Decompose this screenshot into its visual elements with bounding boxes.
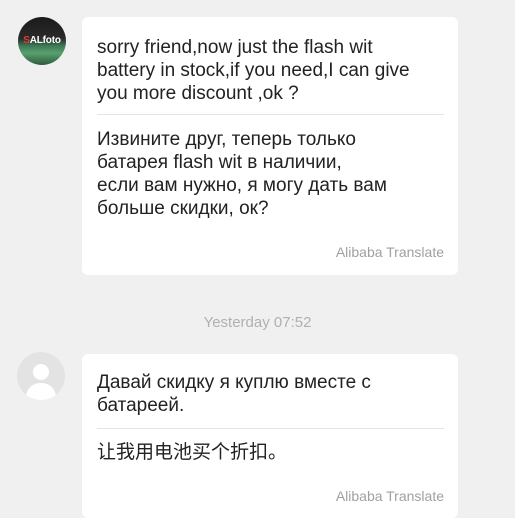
user-avatar-body xyxy=(26,383,56,400)
message-bubble-outgoing[interactable]: Давай скидку я куплю вместе с батареей. … xyxy=(82,354,458,518)
message-original-text: Давай скидку я куплю вместе с батареей. xyxy=(97,372,371,416)
translation-attribution: Alibaba Translate xyxy=(335,488,444,504)
translation-attribution: Alibaba Translate xyxy=(335,244,444,260)
message-bubble-incoming[interactable]: sorry friend,now just the flash wit batt… xyxy=(82,17,458,275)
message-timestamp: Yesterday 07:52 xyxy=(203,314,312,331)
message-translated-text: Извините друг, теперь только батарея fla… xyxy=(97,129,387,219)
user-avatar-head xyxy=(33,364,49,380)
message-original-text: sorry friend,now just the flash wit batt… xyxy=(97,37,410,104)
seller-avatar[interactable]: SALfoto xyxy=(18,17,66,65)
message-translated-text: 让我用电池买个折扣。 xyxy=(97,442,288,463)
seller-logo: SALfoto xyxy=(23,35,61,46)
user-avatar[interactable] xyxy=(17,352,65,400)
translation-divider xyxy=(97,428,444,429)
translation-divider xyxy=(97,114,444,115)
